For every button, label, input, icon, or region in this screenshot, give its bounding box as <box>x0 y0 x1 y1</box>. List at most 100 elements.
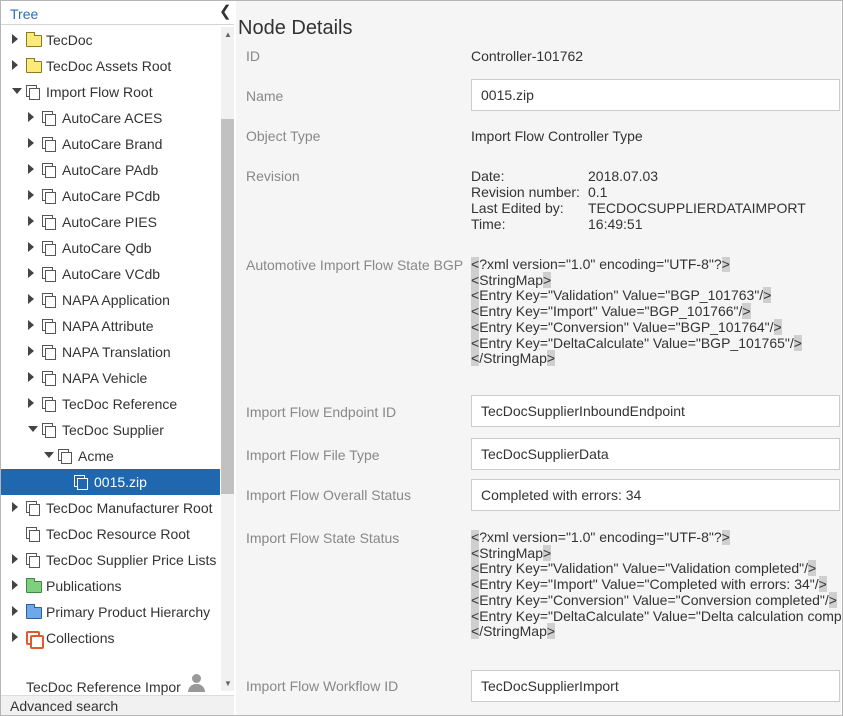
expand-arrow-down-icon[interactable] <box>44 452 54 458</box>
collections-icon <box>26 631 44 649</box>
tree-item[interactable]: Primary Product Hierarchy <box>1 599 220 625</box>
xml-line: <Entry Key="Conversion" Value="BGP_10176… <box>471 318 782 335</box>
tree-item[interactable]: Acme <box>1 443 220 469</box>
tree-item[interactable]: NAPA Attribute <box>1 313 220 339</box>
tree-item-label: NAPA Translation <box>62 344 171 360</box>
expand-arrow-down-icon[interactable] <box>12 88 22 94</box>
state-bgp-label: Automotive Import Flow State BGP <box>246 257 464 273</box>
xml-line: <Entry Key="Import" Value="BGP_101766"/> <box>471 303 751 320</box>
expand-arrow-right-icon[interactable] <box>12 554 18 564</box>
status-label: TecDoc Reference Impor <box>26 679 181 695</box>
tree-scroll-thumb[interactable] <box>221 119 234 494</box>
tree-item[interactable]: TecDoc Reference <box>1 391 220 417</box>
tree-item[interactable]: NAPA Translation <box>1 339 220 365</box>
pages-icon <box>58 449 72 464</box>
scroll-up-icon[interactable]: ▲ <box>224 30 232 39</box>
pages-icon <box>42 267 56 282</box>
revision-time-value: 16:49:51 <box>588 216 643 232</box>
name-label: Name <box>246 88 284 104</box>
file-type-field[interactable]: TecDocSupplierData <box>471 438 840 470</box>
xml-line: <Entry Key="Validation" Value="Validatio… <box>471 560 817 577</box>
revision-time-key: Time: <box>471 216 506 232</box>
expand-arrow-right-icon[interactable] <box>28 190 34 200</box>
overall-status-field[interactable]: Completed with errors: 34 <box>471 479 840 511</box>
expand-arrow-right-icon[interactable] <box>28 138 34 148</box>
tree-item[interactable]: Import Flow Root <box>1 79 220 105</box>
tree-item[interactable]: TecDoc Supplier Price Lists <box>1 547 220 573</box>
expand-arrow-right-icon[interactable] <box>12 502 18 512</box>
id-value: Controller-101762 <box>471 48 584 64</box>
tree-item[interactable]: AutoCare PCdb <box>1 183 220 209</box>
tree-item-label: NAPA Application <box>62 292 170 308</box>
expand-arrow-right-icon[interactable] <box>28 268 34 278</box>
tree-item[interactable]: AutoCare Qdb <box>1 235 220 261</box>
tree-item[interactable]: TecDoc Resource Root <box>1 521 220 547</box>
tree-item[interactable]: AutoCare PAdb <box>1 157 220 183</box>
tree-item[interactable]: NAPA Vehicle <box>1 365 220 391</box>
pages-icon <box>42 215 56 230</box>
xml-line: <?xml version="1.0" encoding="UTF-8"?> <box>471 530 730 545</box>
collapse-panel-icon[interactable]: ❮ <box>219 2 232 20</box>
advanced-search-bar[interactable]: Advanced search <box>1 695 234 715</box>
tree-item-label: TecDoc Reference <box>62 396 178 412</box>
expand-arrow-right-icon[interactable] <box>28 164 34 174</box>
tree-item[interactable]: 0015.zip <box>1 469 220 495</box>
tree-item[interactable]: NAPA Application <box>1 287 220 313</box>
workflow-field[interactable]: TecDocSupplierImport <box>471 670 840 702</box>
expand-arrow-right-icon[interactable] <box>28 216 34 226</box>
pages-icon <box>42 423 56 438</box>
tree-item-label: AutoCare PCdb <box>62 188 161 204</box>
tree-item-label: NAPA Attribute <box>62 318 154 334</box>
expand-arrow-right-icon[interactable] <box>12 632 18 642</box>
tree-item[interactable]: AutoCare VCdb <box>1 261 220 287</box>
expand-arrow-right-icon[interactable] <box>28 372 34 382</box>
expand-arrow-right-icon[interactable] <box>28 320 34 330</box>
user-icon[interactable] <box>187 673 207 693</box>
expand-arrow-right-icon[interactable] <box>28 346 34 356</box>
expand-arrow-right-icon[interactable] <box>12 580 18 590</box>
pages-icon <box>42 345 56 360</box>
tree-tab[interactable]: Tree <box>10 6 38 22</box>
expand-arrow-right-icon[interactable] <box>28 242 34 252</box>
folder-green-icon <box>26 578 42 593</box>
expand-arrow-right-icon[interactable] <box>12 606 18 616</box>
tree-item[interactable]: TecDoc Assets Root <box>1 53 220 79</box>
tree-scrollbar[interactable]: ▲ ▼ <box>221 27 234 691</box>
name-field[interactable]: 0015.zip <box>471 79 840 111</box>
scroll-down-icon[interactable]: ▼ <box>224 679 232 688</box>
xml-line: <Entry Key="Conversion" Value="Conversio… <box>471 591 837 608</box>
tree-item[interactable]: TecDoc Manufacturer Root <box>1 495 220 521</box>
endpoint-field[interactable]: TecDocSupplierInboundEndpoint <box>471 395 840 427</box>
page-title: Node Details <box>238 17 353 39</box>
status-bar: TecDoc Reference Impor <box>1 673 220 695</box>
expand-arrow-right-icon[interactable] <box>12 60 18 70</box>
expand-arrow-right-icon[interactable] <box>28 294 34 304</box>
tree-item[interactable]: AutoCare Brand <box>1 131 220 157</box>
expand-arrow-down-icon[interactable] <box>28 426 38 432</box>
pages-icon <box>42 319 56 334</box>
advanced-search-link[interactable]: Advanced search <box>10 698 118 714</box>
pages-icon <box>42 293 56 308</box>
tree-item-label: AutoCare Brand <box>62 136 163 152</box>
endpoint-label: Import Flow Endpoint ID <box>246 404 397 420</box>
expand-arrow-right-icon[interactable] <box>28 112 34 122</box>
tree-item[interactable]: AutoCare PIES <box>1 209 220 235</box>
tree-item[interactable]: AutoCare ACES <box>1 105 220 131</box>
tree-item[interactable]: TecDoc <box>1 27 220 53</box>
tree-item[interactable]: Publications <box>1 573 220 599</box>
pages-icon <box>42 111 56 126</box>
pages-icon <box>26 501 40 516</box>
tree-item-label: TecDoc Supplier Price Lists <box>46 552 217 568</box>
tree-item-label: TecDoc <box>46 32 93 48</box>
tree-item[interactable]: TecDoc Supplier <box>1 417 220 443</box>
tree-item-label: AutoCare PAdb <box>62 162 159 178</box>
revision-number-value: 0.1 <box>588 184 608 200</box>
expand-arrow-right-icon[interactable] <box>12 34 18 44</box>
pages-icon <box>26 527 40 542</box>
node-details-panel: Node Details ID Controller-101762 Name 0… <box>236 1 841 715</box>
tree-item-label: Primary Product Hierarchy <box>46 604 211 620</box>
expand-arrow-right-icon[interactable] <box>28 398 34 408</box>
xml-line: <StringMap> <box>471 544 552 561</box>
tree-item[interactable]: Collections <box>1 625 220 651</box>
tree-item-label: AutoCare Qdb <box>62 240 152 256</box>
